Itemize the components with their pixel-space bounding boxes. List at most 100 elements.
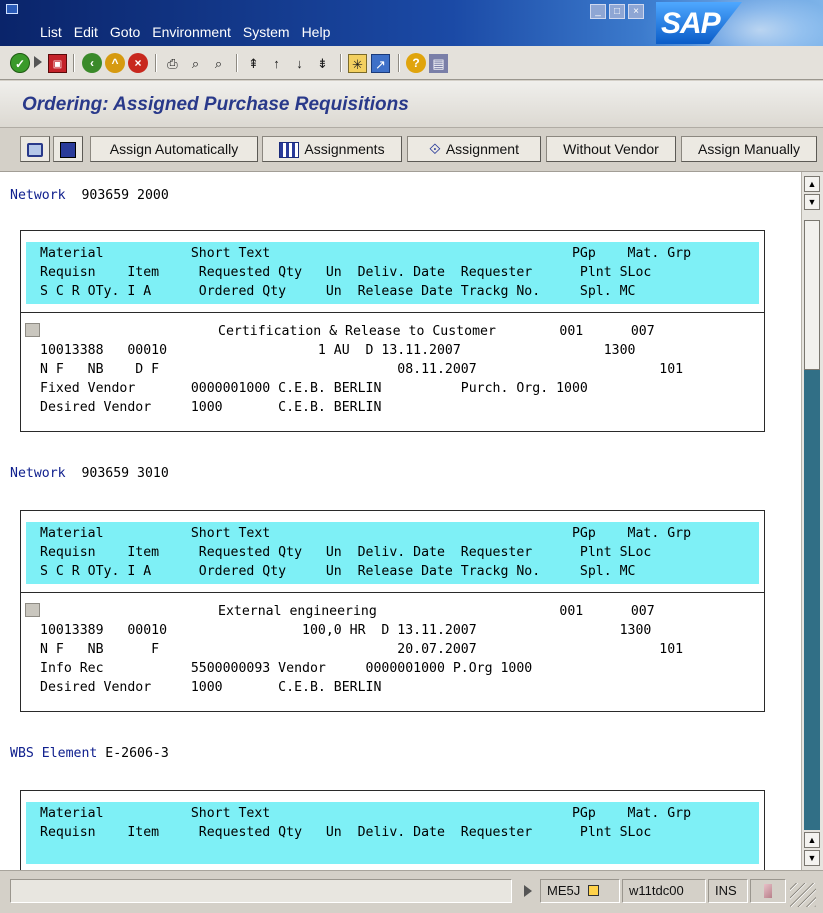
- column-header-row: S C R OTy. I A Ordered Qty Un Release Da…: [40, 564, 636, 579]
- previous-page-icon[interactable]: ↑: [267, 54, 286, 73]
- find-icon[interactable]: ⌕: [186, 54, 205, 73]
- menu-system-item[interactable]: System: [243, 24, 290, 40]
- column-header-row: Material Short Text PGp Mat. Grp: [40, 806, 692, 821]
- print-icon[interactable]: ⎙: [163, 54, 182, 73]
- scroll-top-icon[interactable]: ▲: [804, 176, 820, 192]
- layout-menu-icon[interactable]: ▤: [429, 54, 448, 73]
- menu-environment-item[interactable]: Environment: [152, 24, 231, 40]
- section-label: Network: [10, 466, 66, 481]
- desired-vendor-row: Desired Vendor 1000 C.E.B. BERLIN: [40, 680, 382, 695]
- assign-automatically-button[interactable]: Assign Automatically: [90, 136, 258, 162]
- cancel-icon[interactable]: ×: [128, 53, 148, 73]
- scroll-track[interactable]: [804, 370, 820, 830]
- section-heading: Network 903659 3010: [10, 464, 169, 483]
- without-vendor-button[interactable]: Without Vendor: [546, 136, 676, 162]
- maximize-icon[interactable]: □: [609, 4, 625, 19]
- column-header-row: Requisn Item Requested Qty Un Deliv. Dat…: [40, 825, 652, 840]
- divider: [20, 312, 765, 313]
- assignments-button[interactable]: Assignments: [262, 136, 402, 162]
- assignment-label: Assignment: [445, 141, 519, 157]
- section-value: E-2606-3: [105, 746, 169, 761]
- table-icon: [279, 142, 300, 159]
- title-area: Ordering: Assigned Purchase Requisitions: [0, 81, 823, 128]
- window-controls: _ □ ×: [590, 4, 644, 19]
- system-menu-icon[interactable]: [6, 4, 18, 14]
- status-message-field: [10, 879, 512, 903]
- column-header-row: Requisn Item Requested Qty Un Deliv. Dat…: [40, 265, 652, 280]
- requisition-row: 10013388 00010 1 AU D 13.11.2007 1300: [40, 343, 636, 358]
- column-header-row: S C R OTy. I A Ordered Qty Un Release Da…: [40, 284, 636, 299]
- assignment-button[interactable]: ⟐ Assignment: [407, 136, 541, 162]
- status-bar: ME5J w11tdc00 INS: [0, 870, 823, 913]
- lock-indicator-field: [750, 879, 786, 903]
- toolbar-separator: [236, 54, 238, 72]
- column-header-band: Material Short Text PGp Mat. Grp Requisn…: [26, 522, 759, 584]
- detail-button[interactable]: [53, 136, 83, 162]
- shortcut-icon[interactable]: ↗: [371, 54, 390, 73]
- section-label: WBS Element: [10, 746, 98, 761]
- column-header-band: Material Short Text PGp Mat. Grp Requisn…: [26, 802, 759, 864]
- check-icon[interactable]: ✓: [10, 53, 30, 73]
- scroll-up-icon[interactable]: ▼: [804, 194, 820, 210]
- assign-icon: ⟐: [429, 141, 441, 159]
- toolbar-separator: [73, 54, 75, 72]
- standard-toolbar: ✓ ▣ ‹ ^ × ⎙ ⌕ ⌕ ⇞ ↑ ↓ ⇟ ✳ ↗ ? ▤: [0, 46, 823, 80]
- create-session-icon[interactable]: ✳: [348, 54, 367, 73]
- back-icon[interactable]: ‹: [82, 53, 102, 73]
- vertical-scrollbar[interactable]: ▲ ▼ ▲ ▼: [801, 172, 823, 870]
- find-next-icon[interactable]: ⌕: [209, 54, 228, 73]
- menu-edit-item[interactable]: Edit: [74, 24, 98, 40]
- scroll-bottom-icon[interactable]: ▼: [804, 850, 820, 866]
- assign-manually-label: Assign Manually: [698, 141, 800, 157]
- divider: [20, 592, 765, 593]
- help-icon[interactable]: ?: [406, 53, 426, 73]
- transaction-field[interactable]: ME5J: [540, 879, 620, 903]
- row-select-checkbox[interactable]: [25, 323, 40, 337]
- without-vendor-label: Without Vendor: [563, 141, 659, 157]
- section-heading: WBS Element E-2606-3: [10, 744, 169, 763]
- row-select-checkbox[interactable]: [25, 603, 40, 617]
- minimize-icon[interactable]: _: [590, 4, 606, 19]
- assign-manually-button[interactable]: Assign Manually: [681, 136, 817, 162]
- lock-icon: [764, 884, 772, 898]
- next-page-icon[interactable]: ↓: [290, 54, 309, 73]
- requisition-row: 10013389 00010 100,0 HR D 13.11.2007 130…: [40, 623, 652, 638]
- resize-grip-icon[interactable]: [790, 883, 816, 907]
- list-output: Network 903659 2000 Material Short Text …: [0, 172, 823, 870]
- toolbar-separator: [398, 54, 400, 72]
- short-text-row: External engineering 001 007: [218, 604, 655, 619]
- toolbar-separator: [340, 54, 342, 72]
- column-header-row: Material Short Text PGp Mat. Grp: [40, 246, 692, 261]
- column-header-band: Material Short Text PGp Mat. Grp Requisn…: [26, 242, 759, 304]
- insert-mode-field[interactable]: INS: [708, 879, 748, 903]
- short-text-row: Certification & Release to Customer 001 …: [218, 324, 655, 339]
- section-value: 903659 3010: [81, 466, 169, 481]
- page-title: Ordering: Assigned Purchase Requisitions: [22, 94, 409, 115]
- menu-goto-item[interactable]: Goto: [110, 24, 140, 40]
- fixed-vendor-row: Fixed Vendor 0000001000 C.E.B. BERLIN Pu…: [40, 381, 588, 396]
- status-row: N F NB F 20.07.2007 101: [40, 642, 684, 657]
- select-button[interactable]: [20, 136, 50, 162]
- toolbar-separator: [155, 54, 157, 72]
- scroll-down-icon[interactable]: ▲: [804, 832, 820, 848]
- session-list-icon[interactable]: [587, 885, 599, 896]
- application-toolbar: Assign Automatically Assignments ⟐ Assign…: [0, 128, 823, 172]
- info-record-row: Info Rec 5500000093 Vendor 0000001000 P.…: [40, 661, 533, 676]
- last-page-icon[interactable]: ⇟: [313, 54, 332, 73]
- section-value: 903659 2000: [81, 188, 169, 203]
- menu-help-item[interactable]: Help: [302, 24, 331, 40]
- section-heading: Network 903659 2000: [10, 186, 169, 205]
- first-page-icon[interactable]: ⇞: [244, 54, 263, 73]
- server-name: w11tdc00: [629, 883, 684, 898]
- assign-automatically-label: Assign Automatically: [109, 141, 239, 157]
- save-icon[interactable]: ▣: [48, 54, 67, 73]
- menu-bar: List Edit Goto Environment System Help _…: [0, 0, 823, 46]
- menu-list-item[interactable]: List: [40, 24, 62, 40]
- server-field: w11tdc00: [622, 879, 706, 903]
- section-label: Network: [10, 188, 66, 203]
- scroll-thumb[interactable]: [804, 220, 820, 370]
- command-field-icon[interactable]: [34, 56, 42, 68]
- column-header-row: Requisn Item Requested Qty Un Deliv. Dat…: [40, 545, 652, 560]
- status-toggle-icon[interactable]: [524, 885, 532, 897]
- exit-icon[interactable]: ^: [105, 53, 125, 73]
